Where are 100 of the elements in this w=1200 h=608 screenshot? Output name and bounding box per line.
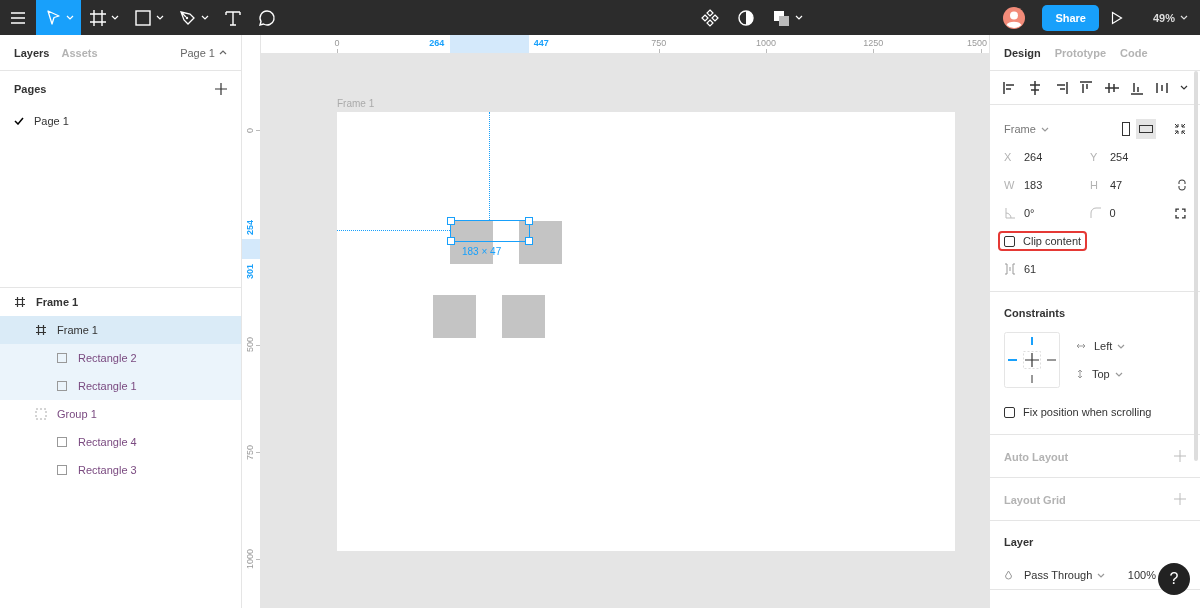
resize-handle[interactable] xyxy=(525,217,533,225)
caret-icon xyxy=(795,15,804,20)
constraint-dropdown[interactable]: Left xyxy=(1094,340,1126,352)
ruler-label: 301 xyxy=(245,263,255,279)
caret-icon xyxy=(111,15,119,20)
arrow-vertical-icon xyxy=(1076,369,1084,379)
number-field[interactable]: 47 xyxy=(1110,179,1123,191)
page-item[interactable]: Page 1 xyxy=(34,115,69,127)
spacing-field[interactable]: 61 xyxy=(1024,263,1037,275)
contrast-icon xyxy=(736,7,757,28)
arrow-horizontal-icon xyxy=(1076,342,1086,350)
square-icon xyxy=(56,464,68,476)
constraint-dropdown[interactable]: Top xyxy=(1092,368,1123,380)
resize-handle[interactable] xyxy=(447,217,455,225)
caret-icon xyxy=(1179,85,1188,90)
dashed-square-icon xyxy=(35,408,47,420)
scrollbar[interactable] xyxy=(1194,71,1198,461)
constrain-proportions-icon[interactable] xyxy=(1178,179,1186,191)
section-title: Constraints xyxy=(1004,306,1067,321)
ruler-label: 1000 xyxy=(756,38,776,48)
section-title: Layout Grid xyxy=(1004,493,1066,508)
caret-icon xyxy=(66,15,74,20)
layer-item[interactable]: Rectangle 1 xyxy=(78,380,137,392)
landscape-icon xyxy=(1139,123,1153,135)
rectangle-icon xyxy=(133,7,153,28)
caret-icon xyxy=(201,15,209,20)
square-icon xyxy=(56,352,68,364)
avatar-icon[interactable] xyxy=(1003,6,1026,29)
help-button[interactable]: ? xyxy=(1158,563,1190,595)
spacing-icon xyxy=(1004,263,1016,275)
caret-icon xyxy=(1097,572,1106,578)
resize-handle[interactable] xyxy=(525,237,533,245)
radius-field[interactable]: 0 xyxy=(1109,207,1116,219)
frame-icon xyxy=(14,296,26,308)
size-label: 183 × 47 xyxy=(462,246,502,257)
frame-icon xyxy=(88,7,108,28)
square-icon xyxy=(56,380,68,392)
ruler-label: 1500 xyxy=(966,38,987,48)
ruler-label: 0 xyxy=(334,38,340,48)
resize-to-fit-icon[interactable] xyxy=(1174,123,1186,135)
layer-item[interactable]: Rectangle 3 xyxy=(78,464,137,476)
ruler-label: 750 xyxy=(245,444,255,460)
section-title: Pages xyxy=(14,83,47,95)
field-label: H xyxy=(1090,179,1099,191)
comment-icon xyxy=(257,7,277,28)
ruler-selection-band xyxy=(242,238,260,260)
layer-item[interactable]: Frame 1 xyxy=(57,324,98,336)
checkbox-label: Fix position when scrolling xyxy=(1023,406,1152,418)
layer-item[interactable]: Group 1 xyxy=(57,408,97,420)
rectangle-shape[interactable] xyxy=(519,221,562,264)
number-field[interactable]: 264 xyxy=(1024,151,1043,163)
frame-type-dropdown[interactable]: Frame xyxy=(1004,123,1049,135)
ruler-label: 1250 xyxy=(863,38,884,48)
caret-icon xyxy=(1117,343,1126,349)
checkbox[interactable] xyxy=(1004,235,1015,247)
panel-tab[interactable]: Layers xyxy=(8,46,56,59)
opacity-field[interactable]: 100% xyxy=(1127,569,1156,581)
independent-corners-icon[interactable] xyxy=(1175,207,1186,219)
section-title: Layer xyxy=(1004,535,1035,550)
landscape-button[interactable] xyxy=(1136,119,1156,139)
zoom-menu[interactable]: 49% xyxy=(1141,11,1200,24)
section-title: Auto Layout xyxy=(1004,450,1069,465)
layer-item[interactable]: Frame 1 xyxy=(36,296,79,308)
caret-icon xyxy=(1040,126,1049,132)
field-label: W xyxy=(1004,179,1016,191)
frame-icon xyxy=(35,324,47,336)
play-icon[interactable] xyxy=(1111,10,1123,25)
corner-radius-icon xyxy=(1089,207,1102,219)
align-top-icon[interactable] xyxy=(1078,79,1095,96)
checkbox[interactable] xyxy=(1004,406,1015,418)
resize-handle[interactable] xyxy=(447,237,455,245)
number-field[interactable]: 254 xyxy=(1110,151,1129,163)
layer-item[interactable]: Rectangle 4 xyxy=(78,436,137,448)
drop-icon xyxy=(1004,569,1013,581)
checkbox-label: Clip content xyxy=(1023,235,1082,247)
caret-icon xyxy=(1114,371,1123,377)
caret-icon xyxy=(219,50,227,55)
layer-item[interactable]: Rectangle 2 xyxy=(78,352,137,364)
portrait-icon xyxy=(1120,122,1132,136)
caret-icon xyxy=(156,15,164,20)
square-icon xyxy=(56,436,68,448)
rotation-icon xyxy=(1004,207,1016,219)
ruler-label: 447 xyxy=(533,38,549,48)
ruler-label: 1000 xyxy=(245,549,255,570)
number-field[interactable]: 183 xyxy=(1024,179,1043,191)
ruler-label: 500 xyxy=(245,337,255,353)
caret-icon xyxy=(1180,15,1188,20)
blend-mode-dropdown[interactable]: Pass Through xyxy=(1024,569,1106,581)
ruler-label: 254 xyxy=(245,219,255,235)
page-menu[interactable]: Page 1 xyxy=(180,46,227,59)
rotation-field[interactable]: 0° xyxy=(1024,207,1035,219)
component-icon xyxy=(700,7,721,28)
plus-icon[interactable] xyxy=(215,83,227,95)
field-label: Y xyxy=(1090,151,1099,163)
panel-tab[interactable]: Design xyxy=(998,46,1047,59)
constraints-widget-icon[interactable] xyxy=(1004,332,1060,388)
ruler-label: 0 xyxy=(245,127,255,133)
field-label: X xyxy=(1004,151,1013,163)
ruler-label: 264 xyxy=(429,38,445,48)
ruler-label: 750 xyxy=(651,38,667,48)
